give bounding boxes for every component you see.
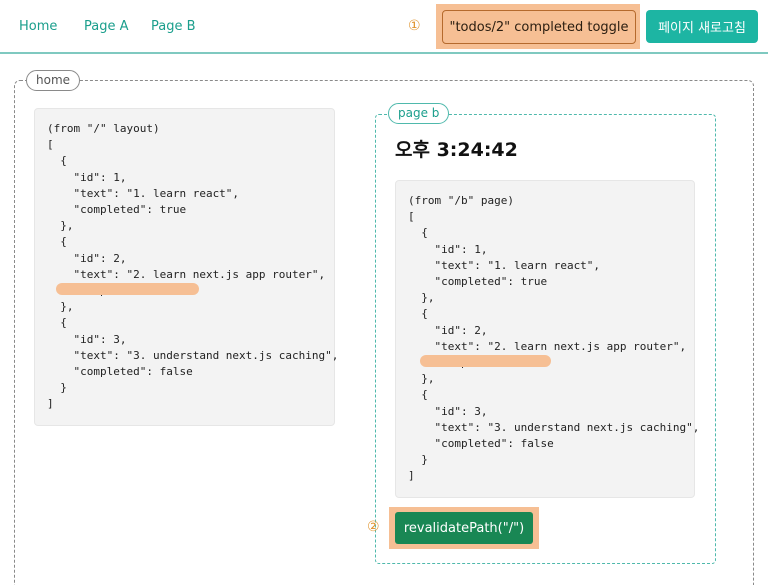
- home-tag: home: [26, 70, 81, 91]
- step-marker-1: ①: [408, 18, 421, 34]
- revalidate-path-button[interactable]: revalidatePath("/"): [395, 512, 533, 544]
- page-b-code-text: (from "/b" page) [ { "id": 1, "text": "1…: [408, 194, 700, 483]
- page-b-time: 오후 3:24:42: [395, 139, 518, 161]
- page-refresh-button[interactable]: 페이지 새로고침: [646, 10, 758, 43]
- nav-link-page-a[interactable]: Page A: [84, 19, 129, 34]
- page-b-completed-highlight: [420, 355, 551, 367]
- nav-link-page-b[interactable]: Page B: [151, 19, 196, 34]
- page-b-tag: page b: [388, 103, 450, 124]
- home-code-text: (from "/" layout) [ { "id": 1, "text": "…: [47, 122, 339, 411]
- home-code-block: (from "/" layout) [ { "id": 1, "text": "…: [34, 108, 339, 426]
- step-marker-2: ②: [367, 519, 380, 535]
- completed-toggle-button[interactable]: "todos/2" completed toggle: [442, 10, 636, 44]
- page-b-code-block: (from "/b" page) [ { "id": 1, "text": "1…: [395, 180, 699, 498]
- nav-link-home[interactable]: Home: [19, 19, 57, 34]
- home-completed-highlight: [56, 283, 199, 295]
